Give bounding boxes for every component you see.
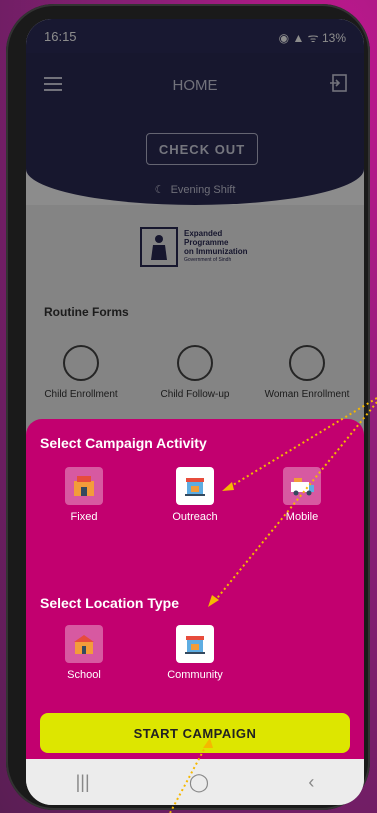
arrow-to-start-button <box>169 741 209 813</box>
arrow-to-community <box>213 401 377 603</box>
annotation-arrows <box>169 397 377 813</box>
arrow-to-outreach <box>227 397 377 489</box>
